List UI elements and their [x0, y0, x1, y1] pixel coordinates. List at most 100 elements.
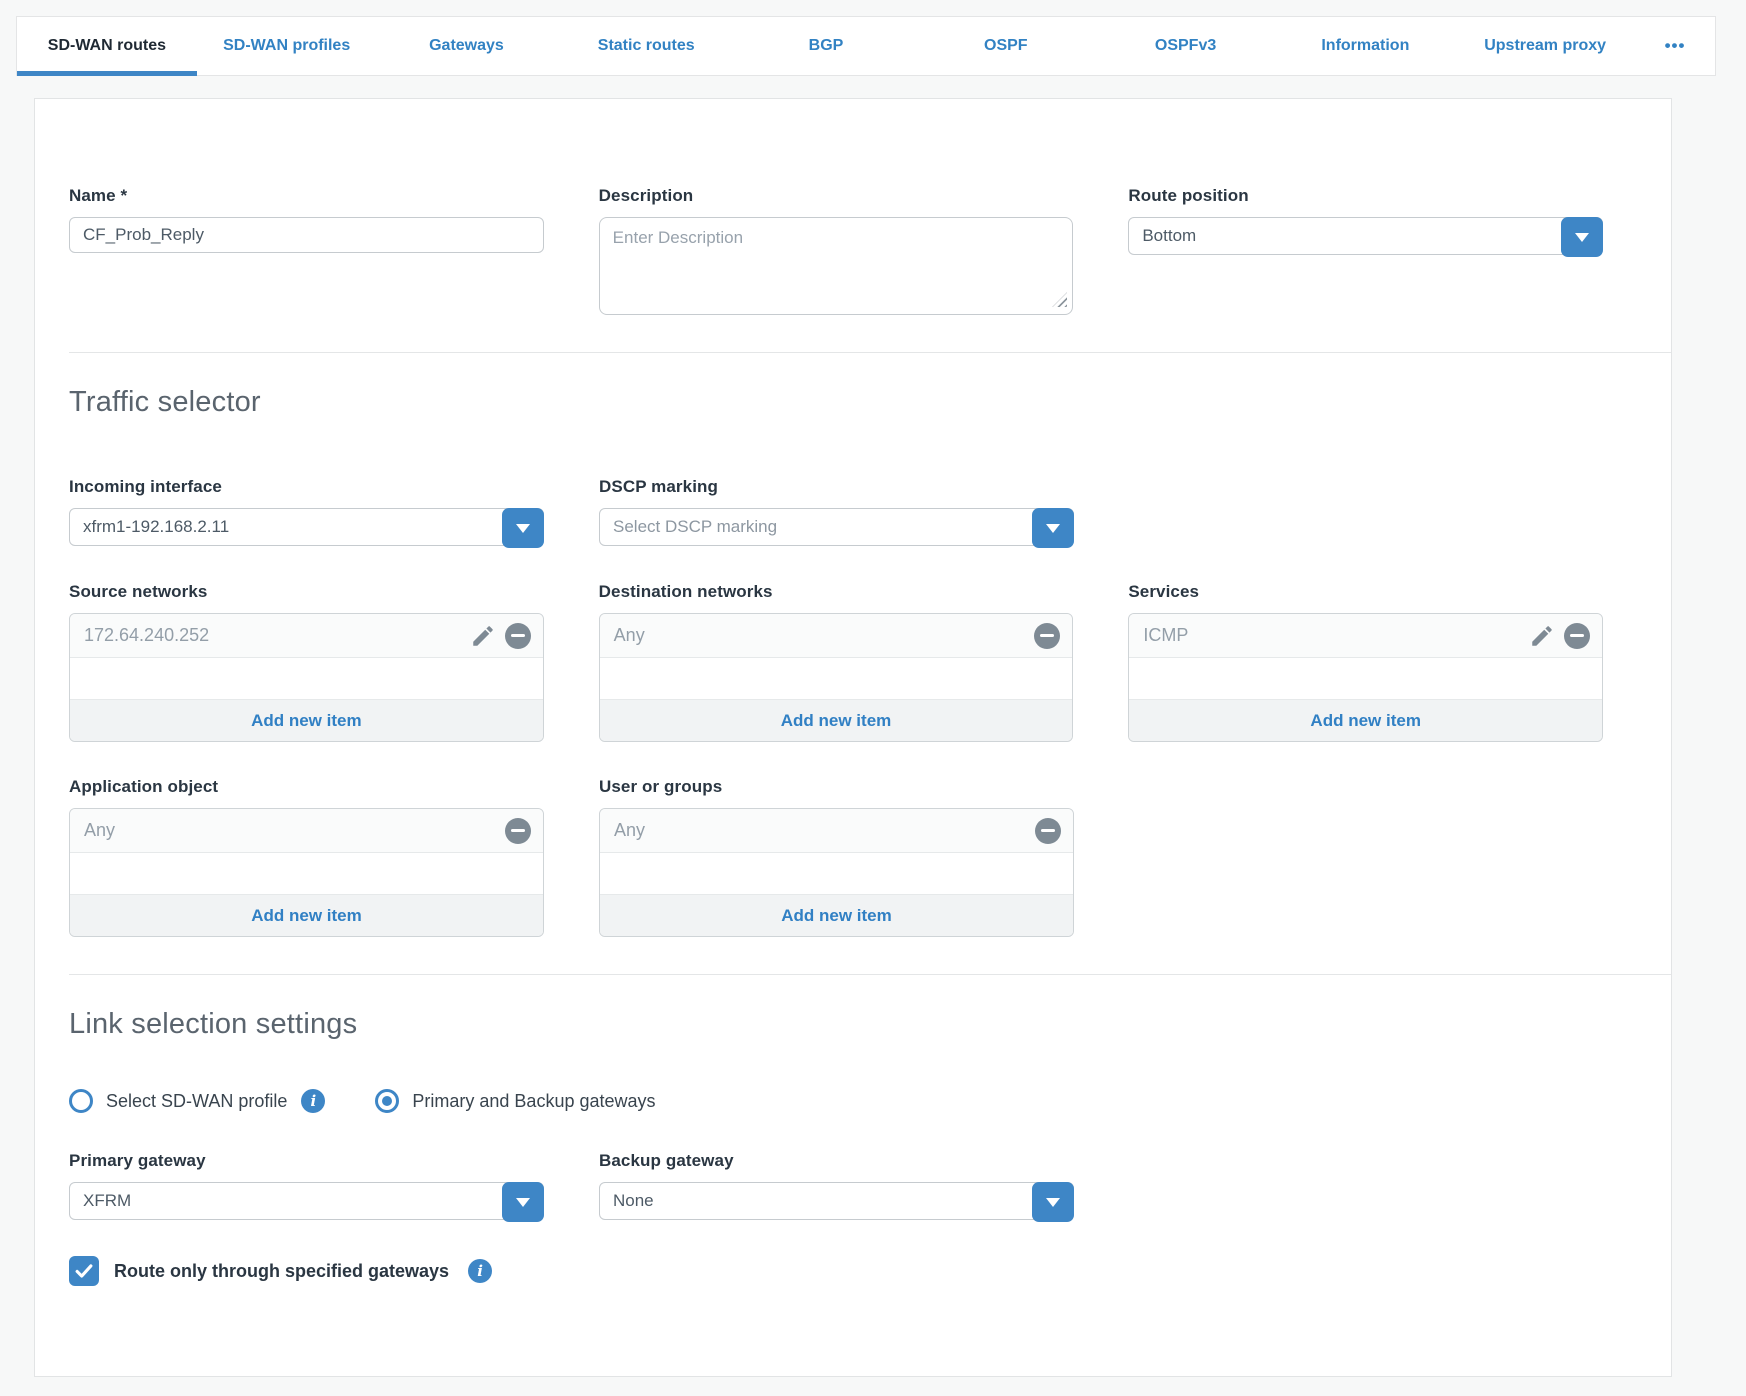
user-or-groups-label: User or groups — [599, 777, 1074, 797]
route-only-checkbox[interactable] — [69, 1256, 99, 1286]
add-new-item-button[interactable]: Add new item — [70, 894, 543, 936]
route-position-field-group: Route position Bottom — [1128, 186, 1603, 315]
remove-icon[interactable] — [1035, 818, 1061, 844]
tab-sd-wan-routes[interactable]: SD-WAN routes — [17, 17, 197, 75]
source-networks-label: Source networks — [69, 582, 544, 602]
primary-gateway-field-group: Primary gateway XFRM — [69, 1151, 544, 1220]
add-new-item-button[interactable]: Add new item — [1129, 699, 1602, 741]
tab-sd-wan-profiles[interactable]: SD-WAN profiles — [197, 17, 377, 75]
dropdown-button[interactable] — [502, 1182, 544, 1222]
list-item: Any — [70, 809, 543, 853]
services-box: ICMP Add new item — [1128, 613, 1603, 742]
primary-gateway-label: Primary gateway — [69, 1151, 544, 1171]
edit-icon[interactable] — [470, 623, 496, 649]
tab-information[interactable]: Information — [1275, 17, 1455, 75]
general-row: Name * Description Route position Bottom — [69, 186, 1603, 315]
incoming-interface-select[interactable]: xfrm1-192.168.2.11 — [69, 508, 544, 546]
route-position-label: Route position — [1128, 186, 1603, 206]
list-empty-area — [70, 658, 543, 699]
gateways-row: Primary gateway XFRM Backup gateway None — [69, 1151, 1603, 1220]
list-item: Any — [600, 809, 1073, 853]
add-new-item-button[interactable]: Add new item — [600, 699, 1073, 741]
backup-gateway-select[interactable]: None — [599, 1182, 1074, 1220]
chevron-down-icon — [516, 1198, 530, 1207]
info-icon[interactable]: i — [301, 1089, 325, 1113]
more-tabs-icon[interactable]: ••• — [1635, 17, 1715, 75]
list-item-text: Any — [84, 820, 505, 841]
list-item-text: Any — [614, 820, 1035, 841]
dscp-marking-field-group: DSCP marking Select DSCP marking — [599, 477, 1074, 546]
edit-icon[interactable] — [1529, 623, 1555, 649]
route-only-label: Route only through specified gateways — [114, 1261, 449, 1282]
list-empty-area — [600, 658, 1073, 699]
backup-gateway-field-group: Backup gateway None — [599, 1151, 1074, 1220]
list-item: 172.64.240.252 — [70, 614, 543, 658]
add-new-item-button[interactable]: Add new item — [600, 894, 1073, 936]
tab-gateways[interactable]: Gateways — [377, 17, 557, 75]
source-networks-box: 172.64.240.252 Add new item — [69, 613, 544, 742]
route-only-row: Route only through specified gateways i — [69, 1256, 1603, 1286]
list-item: Any — [600, 614, 1073, 658]
incoming-interface-label: Incoming interface — [69, 477, 544, 497]
description-textarea[interactable] — [599, 217, 1074, 315]
list-empty-area — [600, 853, 1073, 894]
dropdown-button[interactable] — [1032, 1182, 1074, 1222]
radio-unselected-icon — [69, 1089, 93, 1113]
remove-icon[interactable] — [1034, 623, 1060, 649]
chevron-down-icon — [1046, 1198, 1060, 1207]
select-value: xfrm1-192.168.2.11 — [70, 517, 229, 537]
name-field-group: Name * — [69, 186, 544, 315]
destination-networks-label: Destination networks — [599, 582, 1074, 602]
application-object-box: Any Add new item — [69, 808, 544, 937]
tab-upstream-proxy[interactable]: Upstream proxy — [1455, 17, 1635, 75]
dropdown-button[interactable] — [502, 508, 544, 548]
checkmark-icon — [73, 1260, 95, 1282]
chevron-down-icon — [1046, 524, 1060, 533]
section-divider — [69, 974, 1671, 975]
radio-label: Select SD-WAN profile — [106, 1091, 287, 1112]
dscp-marking-label: DSCP marking — [599, 477, 1074, 497]
source-networks-group: Source networks 172.64.240.252 Add new i… — [69, 582, 544, 742]
name-input[interactable] — [69, 217, 544, 253]
tab-bar: SD-WAN routes SD-WAN profiles Gateways S… — [16, 16, 1716, 76]
backup-gateway-label: Backup gateway — [599, 1151, 1074, 1171]
tab-ospfv3[interactable]: OSPFv3 — [1096, 17, 1276, 75]
radio-primary-backup-gateways[interactable]: Primary and Backup gateways — [375, 1089, 655, 1113]
radio-selected-icon — [375, 1089, 399, 1113]
list-empty-area — [1129, 658, 1602, 699]
description-label: Description — [599, 186, 1074, 206]
name-label: Name * — [69, 186, 544, 206]
description-field-group: Description — [599, 186, 1074, 315]
dscp-marking-select[interactable]: Select DSCP marking — [599, 508, 1074, 546]
dropdown-button[interactable] — [1032, 508, 1074, 548]
list-item-text: ICMP — [1143, 625, 1529, 646]
remove-icon[interactable] — [1564, 623, 1590, 649]
select-value: XFRM — [70, 1191, 131, 1211]
radio-label: Primary and Backup gateways — [412, 1091, 655, 1112]
tab-bgp[interactable]: BGP — [736, 17, 916, 75]
services-group: Services ICMP Add new item — [1128, 582, 1603, 742]
user-or-groups-box: Any Add new item — [599, 808, 1074, 937]
services-label: Services — [1128, 582, 1603, 602]
user-or-groups-group: User or groups Any Add new item — [599, 777, 1074, 937]
radio-select-sdwan-profile[interactable]: Select SD-WAN profile — [69, 1089, 287, 1113]
application-object-group: Application object Any Add new item — [69, 777, 544, 937]
select-value: None — [600, 1191, 654, 1211]
route-position-select[interactable]: Bottom — [1128, 217, 1603, 255]
remove-icon[interactable] — [505, 623, 531, 649]
tab-static-routes[interactable]: Static routes — [556, 17, 736, 75]
remove-icon[interactable] — [505, 818, 531, 844]
list-empty-area — [70, 853, 543, 894]
section-divider — [69, 352, 1671, 353]
form-card: Name * Description Route position Bottom… — [34, 98, 1672, 1377]
primary-gateway-select[interactable]: XFRM — [69, 1182, 544, 1220]
link-mode-radio-group: Select SD-WAN profile i Primary and Back… — [69, 1089, 1603, 1113]
add-new-item-button[interactable]: Add new item — [70, 699, 543, 741]
tab-ospf[interactable]: OSPF — [916, 17, 1096, 75]
list-item: ICMP — [1129, 614, 1602, 658]
dropdown-button[interactable] — [1561, 217, 1603, 257]
select-value: Bottom — [1129, 226, 1196, 246]
link-selection-heading: Link selection settings — [69, 1008, 1603, 1041]
destination-networks-box: Any Add new item — [599, 613, 1074, 742]
info-icon[interactable]: i — [468, 1259, 492, 1283]
